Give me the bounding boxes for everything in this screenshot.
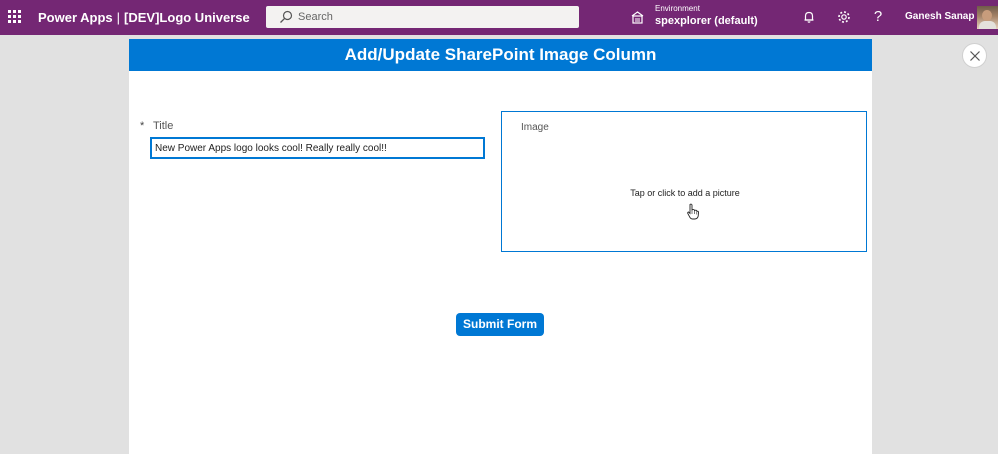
- image-label: Image: [521, 122, 549, 133]
- environment-label: Environment: [655, 4, 700, 13]
- form-header: Add/Update SharePoint Image Column: [129, 39, 872, 71]
- close-icon: [970, 51, 980, 61]
- add-picture-hint[interactable]: Tap or click to add a picture: [502, 188, 868, 198]
- help-icon[interactable]: ?: [870, 9, 886, 25]
- required-marker: *: [140, 120, 145, 132]
- environment-icon[interactable]: [630, 10, 645, 25]
- app-canvas: Add/Update SharePoint Image Column * Tit…: [129, 39, 872, 454]
- title-label: Title: [153, 120, 174, 132]
- search-input[interactable]: [298, 8, 568, 26]
- bell-icon[interactable]: [801, 9, 817, 25]
- gear-icon[interactable]: [836, 9, 852, 25]
- image-picker[interactable]: Image Tap or click to add a picture: [501, 111, 867, 252]
- title-input[interactable]: [150, 137, 485, 159]
- app-header-title: Power Apps | [DEV]Logo Universe: [38, 10, 250, 25]
- user-name[interactable]: Ganesh Sanap: [905, 11, 974, 22]
- close-button[interactable]: [962, 43, 987, 68]
- title-separator: |: [116, 10, 121, 25]
- search-box[interactable]: [266, 6, 579, 28]
- hand-cursor-icon: [687, 203, 699, 220]
- top-bar: Power Apps|[DEV]Logo Universe Environmen…: [0, 0, 998, 35]
- product-name[interactable]: Power Apps: [38, 10, 113, 25]
- app-title: [DEV]Logo Universe: [124, 10, 250, 25]
- environment-selector[interactable]: spexplorer (default): [655, 15, 758, 27]
- app-launcher-waffle-icon[interactable]: [8, 10, 22, 24]
- avatar[interactable]: [977, 6, 998, 29]
- submit-form-button[interactable]: Submit Form: [456, 313, 544, 336]
- search-icon: [280, 10, 293, 23]
